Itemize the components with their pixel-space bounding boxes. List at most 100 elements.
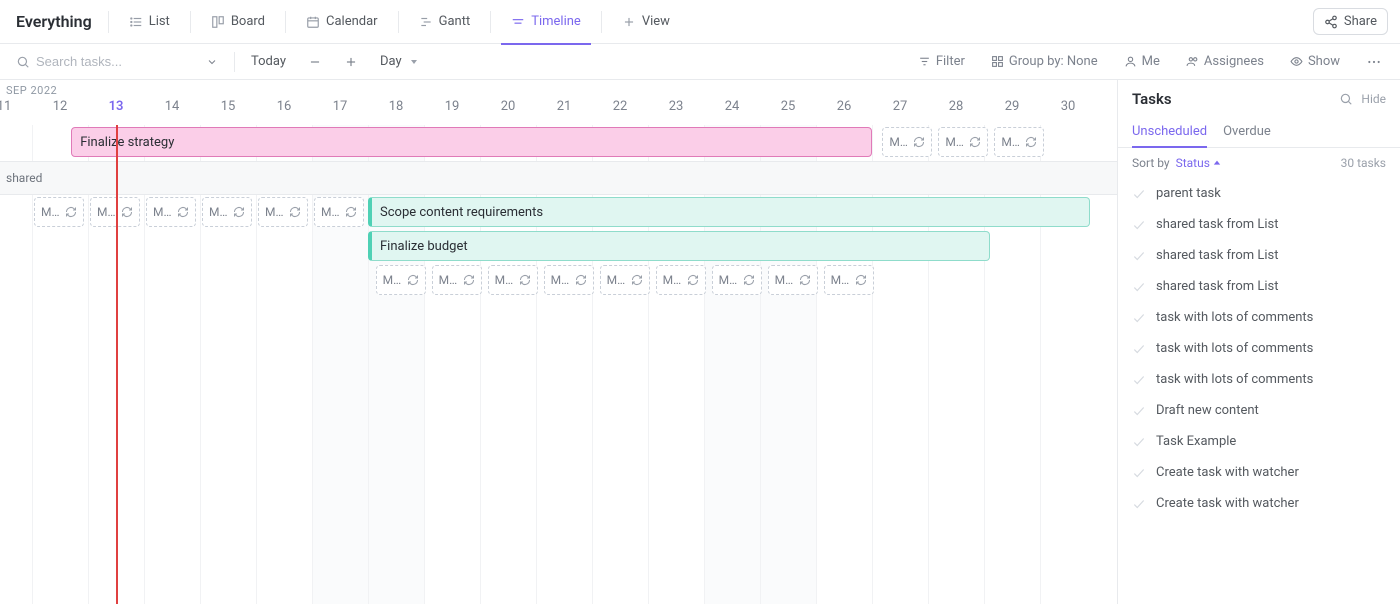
day-26[interactable]: 26	[816, 97, 872, 125]
day-25[interactable]: 25	[760, 97, 816, 125]
recurring-ghost[interactable]: Mo…	[824, 265, 874, 295]
me-button[interactable]: Me	[1118, 50, 1166, 73]
day-19[interactable]: 19	[424, 97, 480, 125]
check-icon	[1132, 373, 1146, 387]
share-icon	[1324, 15, 1338, 29]
day-20[interactable]: 20	[480, 97, 536, 125]
day-12[interactable]: 12	[32, 97, 88, 125]
recurring-ghost[interactable]: Mo…	[314, 197, 364, 227]
view-tab-list[interactable]: List	[119, 8, 180, 35]
hide-panel-button[interactable]: Hide	[1361, 92, 1386, 106]
recurring-icon	[969, 136, 981, 148]
recurring-ghost[interactable]: Mo…	[258, 197, 308, 227]
search-icon	[16, 55, 30, 69]
day-23[interactable]: 23	[648, 97, 704, 125]
day-24[interactable]: 24	[704, 97, 760, 125]
sort-caret-icon	[1213, 159, 1221, 167]
space-title: Everything	[12, 12, 98, 31]
recurring-ghost[interactable]: Mo…	[994, 127, 1044, 157]
recurring-ghost[interactable]: Mo…	[656, 265, 706, 295]
recurring-ghost[interactable]: Mo…	[544, 265, 594, 295]
unscheduled-task[interactable]: task with lots of comments	[1118, 333, 1400, 364]
unscheduled-task[interactable]: Create task with watcher	[1118, 488, 1400, 519]
day-14[interactable]: 14	[144, 97, 200, 125]
day-18[interactable]: 18	[368, 97, 424, 125]
unscheduled-task[interactable]: Create task with watcher	[1118, 457, 1400, 488]
calendar-icon	[306, 15, 320, 29]
panel-tab-overdue[interactable]: Overdue	[1223, 118, 1271, 147]
recurring-ghost[interactable]: Mo…	[90, 197, 140, 227]
people-icon	[1186, 55, 1199, 68]
top-bar: Everything List Board Calendar Gantt Timelin…	[0, 0, 1400, 44]
day-28[interactable]: 28	[928, 97, 984, 125]
check-icon	[1132, 218, 1146, 232]
more-button[interactable]	[1360, 50, 1388, 74]
recurring-ghost[interactable]: Mo…	[376, 265, 426, 295]
unscheduled-task[interactable]: shared task from List	[1118, 209, 1400, 240]
recurring-ghost[interactable]: Mo…	[712, 265, 762, 295]
recurring-ghost[interactable]: Mo…	[600, 265, 650, 295]
search-box[interactable]	[12, 54, 190, 69]
group-row-shared[interactable]: shared	[0, 161, 1117, 195]
recurring-icon	[177, 206, 189, 218]
recurring-ghost[interactable]: Mo…	[34, 197, 84, 227]
today-button[interactable]: Today	[245, 50, 292, 73]
add-view-button[interactable]: View	[612, 8, 680, 35]
timeline-body[interactable]: shared Finalize strategy Scope content req…	[0, 125, 1117, 604]
unscheduled-task[interactable]: task with lots of comments	[1118, 364, 1400, 395]
eye-icon	[1290, 55, 1303, 68]
panel-tab-unscheduled[interactable]: Unscheduled	[1132, 118, 1207, 147]
sort-value[interactable]: Status	[1176, 156, 1221, 170]
recurring-icon	[631, 274, 643, 286]
day-11[interactable]: 11	[0, 97, 32, 125]
task-bar[interactable]: Scope content requirements	[368, 197, 1090, 227]
day-16[interactable]: 16	[256, 97, 312, 125]
recurring-ghost[interactable]: Mo…	[768, 265, 818, 295]
day-22[interactable]: 22	[592, 97, 648, 125]
month-label: SEP 2022	[0, 80, 1117, 97]
recurring-icon	[799, 274, 811, 286]
recurring-ghost[interactable]: Mo…	[432, 265, 482, 295]
check-icon	[1132, 311, 1146, 325]
plus-icon	[622, 15, 636, 29]
unscheduled-task[interactable]: shared task from List	[1118, 271, 1400, 302]
unscheduled-task[interactable]: shared task from List	[1118, 240, 1400, 271]
show-button[interactable]: Show	[1284, 50, 1346, 73]
recurring-ghost[interactable]: Mo…	[488, 265, 538, 295]
panel-search-icon[interactable]	[1339, 92, 1353, 106]
recurring-ghost[interactable]: Mo…	[882, 127, 932, 157]
unscheduled-task[interactable]: Draft new content	[1118, 395, 1400, 426]
view-tab-gantt[interactable]: Gantt	[409, 8, 481, 35]
unscheduled-task[interactable]: task with lots of comments	[1118, 302, 1400, 333]
recurring-ghost[interactable]: Mo…	[202, 197, 252, 227]
share-button[interactable]: Share	[1313, 8, 1388, 35]
search-input[interactable]	[36, 54, 186, 69]
zoom-in-button[interactable]	[338, 51, 364, 73]
list-icon	[129, 15, 143, 29]
group-button[interactable]: Group by: None	[985, 50, 1104, 73]
timeline-view[interactable]: SEP 2022 1112131415161718192021222324252…	[0, 80, 1118, 604]
recurring-ghost[interactable]: Mo…	[146, 197, 196, 227]
day-21[interactable]: 21	[536, 97, 592, 125]
view-tab-board[interactable]: Board	[201, 8, 275, 35]
day-27[interactable]: 27	[872, 97, 928, 125]
day-17[interactable]: 17	[312, 97, 368, 125]
view-tab-calendar[interactable]: Calendar	[296, 8, 388, 35]
day-30[interactable]: 30	[1040, 97, 1096, 125]
unscheduled-task[interactable]: parent task	[1118, 178, 1400, 209]
recurring-ghost[interactable]: Mo…	[938, 127, 988, 157]
filter-button[interactable]: Filter	[912, 50, 971, 73]
assignees-button[interactable]: Assignees	[1180, 50, 1270, 73]
search-dropdown[interactable]	[200, 52, 224, 72]
day-15[interactable]: 15	[200, 97, 256, 125]
task-bar[interactable]: Finalize budget	[368, 231, 990, 261]
view-tab-timeline[interactable]: Timeline	[501, 8, 591, 35]
unscheduled-task[interactable]: Task Example	[1118, 426, 1400, 457]
recurring-icon	[1025, 136, 1037, 148]
zoom-out-button[interactable]	[302, 51, 328, 73]
day-29[interactable]: 29	[984, 97, 1040, 125]
scale-select[interactable]: Day	[374, 50, 423, 73]
recurring-icon	[575, 274, 587, 286]
task-bar[interactable]: Finalize strategy	[71, 127, 872, 157]
day-13[interactable]: 13	[88, 97, 144, 125]
